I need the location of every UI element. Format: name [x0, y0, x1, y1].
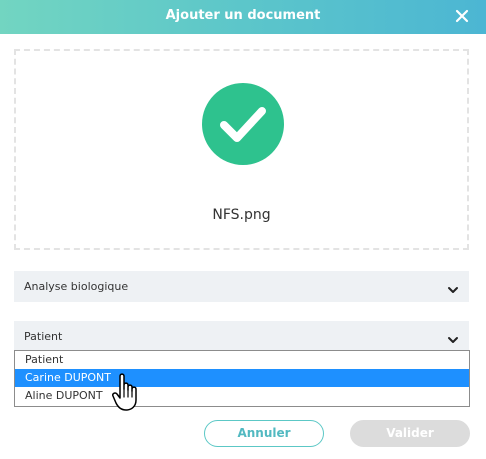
option-aline-dupont[interactable]: Aline DUPONT: [15, 387, 469, 405]
option-patient[interactable]: Patient: [15, 351, 469, 369]
close-icon[interactable]: [454, 8, 470, 24]
chevron-down-icon: [447, 281, 459, 293]
uploaded-filename: NFS.png: [212, 207, 271, 223]
dialog-header: Ajouter un document: [0, 0, 486, 34]
hand-pointer-cursor-icon: [112, 372, 142, 412]
patient-select-value: Patient: [24, 330, 63, 343]
document-type-select[interactable]: Analyse biologique: [14, 271, 469, 302]
patient-options-list: Patient Carine DUPONT Aline DUPONT: [14, 350, 470, 407]
patient-select[interactable]: Patient: [14, 321, 469, 352]
chevron-down-icon: [447, 331, 459, 343]
check-circle-icon: [202, 83, 284, 165]
cancel-button[interactable]: Annuler: [204, 420, 324, 447]
option-carine-dupont[interactable]: Carine DUPONT: [15, 369, 469, 387]
upload-dropzone[interactable]: NFS.png: [14, 49, 469, 250]
document-type-value: Analyse biologique: [24, 280, 129, 293]
dialog-title: Ajouter un document: [165, 8, 321, 23]
validate-button[interactable]: Valider: [350, 420, 470, 447]
